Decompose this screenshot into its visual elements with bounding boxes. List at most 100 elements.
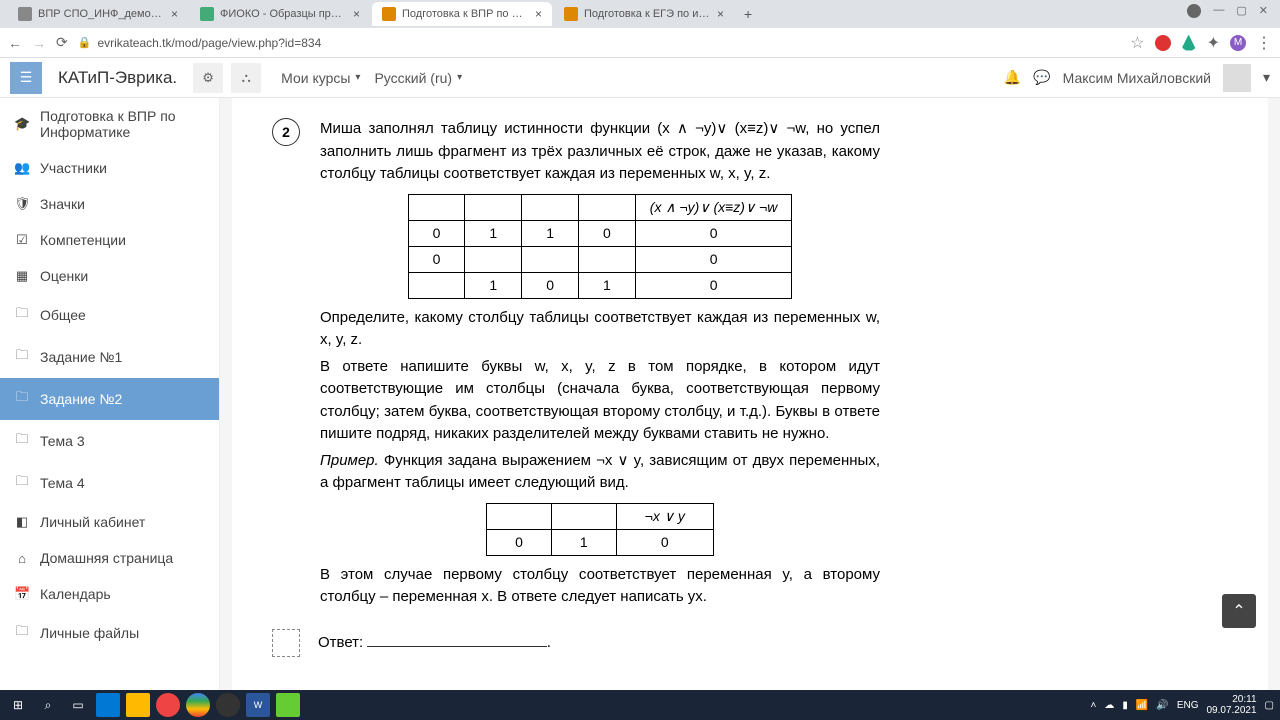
sidebar-item-icon: ◧ [14, 514, 30, 530]
tray-chevron[interactable]: ˄ [1091, 700, 1097, 711]
sidebar-item[interactable]: ⌂Домашняя страница [0, 540, 219, 576]
window-close[interactable]: ✕ [1259, 4, 1268, 18]
sidebar-item-label: Тема 4 [40, 475, 85, 491]
star-icon[interactable]: ☆ [1130, 33, 1144, 53]
scroll-top-button[interactable]: ⌃ [1222, 594, 1256, 628]
app-icon[interactable] [276, 693, 300, 717]
hamburger-menu[interactable]: ☰ [10, 62, 42, 94]
sidebar-item-label: Задание №2 [40, 391, 122, 407]
sidebar: 🎓Подготовка к ВПР по Информатике 👥 Участни… [0, 98, 220, 690]
sidebar-item[interactable]: 🗀Личные файлы [0, 612, 219, 654]
sidebar-item[interactable]: 🛡Значки [0, 186, 219, 222]
browser-tab[interactable]: ВПР СПО_ИНФ_демо_зав.курс× [8, 2, 188, 26]
explorer-icon[interactable] [126, 693, 150, 717]
edge-icon[interactable] [96, 693, 120, 717]
sidebar-item[interactable]: ◧ Личный кабинет [0, 504, 219, 540]
tab-close-icon[interactable]: × [171, 7, 178, 21]
sidebar-item-label: Участники [40, 160, 107, 176]
window-maximize[interactable]: ▢ [1236, 4, 1246, 18]
task-p4: Пример. Функция задана выражением ¬x ∨ y… [320, 450, 880, 495]
browser-tab[interactable]: ФИОКО - Образцы проверочн × [190, 2, 370, 26]
tab-favicon [382, 7, 396, 21]
sidebar-item[interactable]: 👥 Участники [0, 150, 219, 186]
sidebar-item[interactable]: ☑Компетенции [0, 222, 219, 258]
url-bar[interactable]: 🔒 evrikateach.tk/mod/page/view.php?id=83… [78, 36, 1121, 50]
tab-title: Подготовка к ВПР по Информа [402, 8, 529, 20]
ext-icon-2[interactable] [1181, 35, 1197, 51]
search-icon[interactable]: ⌕ [36, 693, 60, 717]
notifications-tray[interactable]: ▢ [1265, 700, 1274, 711]
onedrive-icon[interactable]: ☁ [1104, 700, 1114, 711]
browser-tab[interactable]: Подготовка к ВПР по Информа × [372, 2, 552, 26]
task-p2: Определите, какому столбцу таблицы соотв… [320, 307, 880, 352]
extensions-icon[interactable]: ✦ [1207, 33, 1220, 53]
browser-tab[interactable]: Подготовка к ЕГЭ по информат× [554, 2, 734, 26]
address-bar: ← → ⟳ 🔒 evrikateach.tk/mod/page/view.php… [0, 28, 1280, 58]
start-button[interactable]: ⊞ [6, 693, 30, 717]
sidebar-item-label: Личные файлы [40, 625, 139, 641]
profile-icon[interactable] [1187, 4, 1201, 18]
word-icon[interactable]: W [246, 693, 270, 717]
menu-icon[interactable]: ⋮ [1256, 33, 1272, 53]
sidebar-item-icon: 🗀 [14, 304, 30, 326]
language-menu[interactable]: Русский (ru) [374, 70, 462, 86]
sidebar-item[interactable]: 🗀 Задание №2 [0, 378, 219, 420]
sidebar-item-icon: 🗀 [14, 430, 30, 452]
answer-checkbox[interactable] [272, 629, 300, 657]
task-p1: Миша заполнял таблицу истинности функции… [320, 118, 880, 186]
lock-icon: 🔒 [78, 36, 92, 49]
user-menu-caret[interactable]: ▾ [1263, 69, 1270, 86]
sidebar-item[interactable]: 🗀Тема 4 [0, 462, 219, 504]
volume-icon[interactable]: 🔊 [1156, 700, 1168, 711]
sidebar-item-label: Подготовка к ВПР по Информатике [40, 108, 205, 140]
content: 2 Миша заполнял таблицу истинности функц… [220, 98, 1280, 690]
user-name[interactable]: Максим Михайловский [1063, 70, 1211, 86]
sidebar-item[interactable]: 🗀Общее [0, 294, 219, 336]
sidebar-item-label: Компетенции [40, 232, 126, 248]
sidebar-item[interactable]: 🗀Тема 3 [0, 420, 219, 462]
window-minimize[interactable]: — [1213, 4, 1224, 18]
my-courses-menu[interactable]: Мои курсы [281, 70, 360, 86]
forward-button[interactable]: → [32, 35, 46, 51]
notifications-icon[interactable]: 🔔 [1004, 69, 1021, 86]
sidebar-item[interactable]: 📅Календарь [0, 576, 219, 612]
sidebar-item-label: Личный кабинет [40, 514, 145, 530]
moodle-header: ☰ КАТиП-Эврика. ⚙ ⛬ Мои курсы Русский (r… [0, 58, 1280, 98]
lang-indicator[interactable]: ENG [1177, 700, 1199, 711]
tab-favicon [564, 7, 578, 21]
truth-table-2: ¬x ∨ y 010 [486, 503, 714, 556]
tab-close-icon[interactable]: × [353, 7, 360, 21]
task-p3: В ответе напишите буквы w, x, y, z в том… [320, 356, 880, 446]
truth-table-1: (x ∧ ¬y)∨ (x≡z)∨ ¬w 01100001010 [408, 194, 793, 299]
reload-button[interactable]: ⟳ [56, 34, 68, 51]
tab-close-icon[interactable]: × [535, 7, 542, 21]
obs-icon[interactable] [216, 693, 240, 717]
customize-icon[interactable]: ⚙ [193, 63, 223, 93]
task-body: Миша заполнял таблицу истинности функции… [320, 118, 880, 613]
opera-icon[interactable] [156, 693, 180, 717]
sidebar-item-icon: 🗀 [14, 346, 30, 368]
sidebar-item-icon: ⌂ [14, 551, 30, 566]
sidebar-item[interactable]: ▦Оценки [0, 258, 219, 294]
back-button[interactable]: ← [8, 35, 22, 51]
sidebar-item-icon: 🗀 [14, 388, 30, 410]
sitemap-icon[interactable]: ⛬ [231, 63, 261, 93]
wifi-icon[interactable]: 📶 [1136, 700, 1148, 711]
avatar[interactable] [1223, 64, 1251, 92]
messages-icon[interactable]: 💬 [1033, 69, 1050, 86]
chrome-icon[interactable] [186, 693, 210, 717]
tab-close-icon[interactable]: × [717, 7, 724, 21]
sidebar-item-icon: 👥 [14, 160, 30, 176]
task-p5: В этом случае первому столбцу соответств… [320, 564, 880, 609]
new-tab-button[interactable]: + [736, 6, 760, 22]
sidebar-item[interactable]: 🎓Подготовка к ВПР по Информатике [0, 98, 219, 150]
battery-icon[interactable]: ▮ [1122, 700, 1128, 711]
task-view-icon[interactable]: ▭ [66, 693, 90, 717]
sidebar-item[interactable]: 🗀Задание №1 [0, 336, 219, 378]
ext-icon-1[interactable] [1155, 35, 1171, 51]
brand[interactable]: КАТиП-Эврика. [50, 68, 185, 88]
clock[interactable]: 20:11 09.07.2021 [1206, 694, 1256, 716]
profile-avatar[interactable]: M [1230, 35, 1246, 51]
answer-label: Ответ: . [318, 634, 551, 652]
tab-title: ФИОКО - Образцы проверочн [220, 8, 347, 20]
